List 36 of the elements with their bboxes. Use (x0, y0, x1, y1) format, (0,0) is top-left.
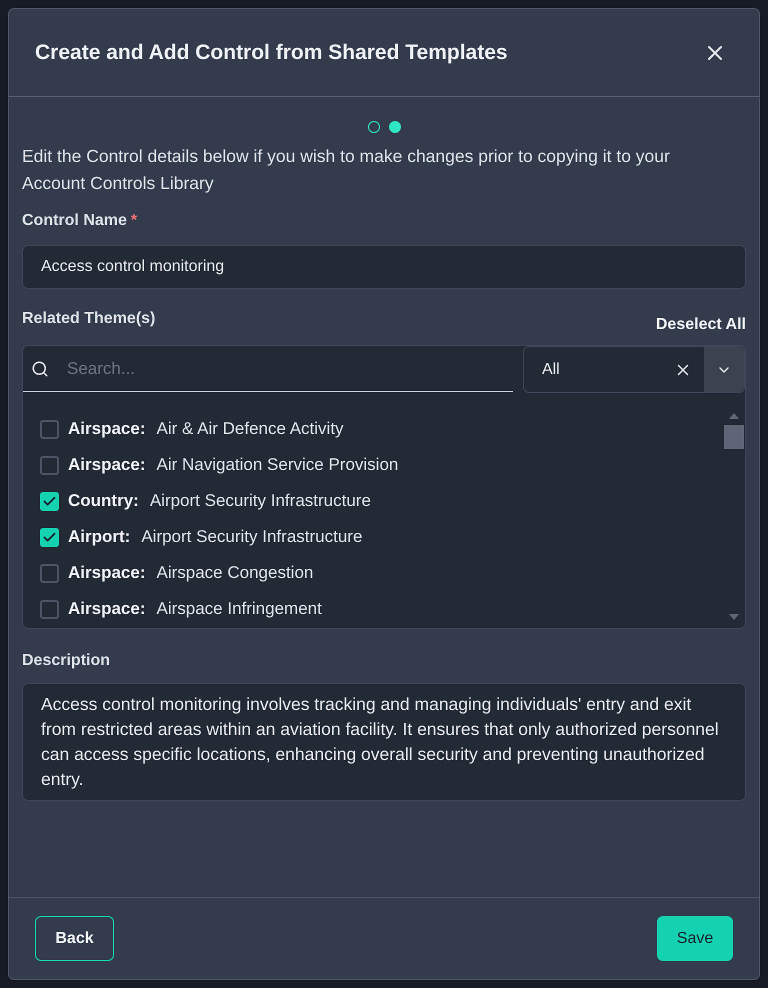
theme-category: Airspace: (68, 454, 146, 476)
theme-category: Airspace: (68, 562, 146, 584)
description-field[interactable]: Access control monitoring involves tracking and managing individuals' entry and exit from restricted areas within an aviation facility. It ensures that only authorized personnel can access specific locations, enhancing overall security and preventing unauthorized entry. (22, 683, 746, 801)
deselect-all-link[interactable]: Deselect All (656, 313, 746, 337)
theme-checkbox[interactable] (40, 456, 59, 474)
theme-checkbox[interactable] (40, 564, 59, 582)
theme-name: Air & Air Defence Activity (156, 418, 344, 440)
theme-checkbox[interactable] (40, 420, 59, 438)
theme-checkbox[interactable] (40, 528, 59, 546)
control-name-field[interactable]: Access control monitoring (22, 245, 746, 289)
search-icon (31, 360, 49, 378)
theme-name: Airspace Congestion (156, 562, 314, 584)
theme-name: Airport Security Infrastructure (141, 526, 362, 548)
theme-checkbox[interactable] (40, 492, 59, 510)
scroll-down-icon[interactable] (729, 614, 739, 620)
scroll-up-icon[interactable] (729, 413, 739, 419)
dropdown-toggle[interactable] (704, 347, 744, 392)
theme-name: Air Navigation Service Provision (156, 454, 398, 476)
filter-select[interactable]: All (522, 346, 745, 393)
save-button[interactable]: Save (657, 916, 733, 961)
dialog-title: Create and Add Control from Shared Templates (35, 40, 508, 66)
theme-category: Airport: (68, 526, 130, 548)
intro-text: Edit the Control details below if you wish to make changes prior to copying it to your Account Controls Library (22, 145, 671, 195)
theme-checkbox[interactable] (40, 600, 59, 618)
back-button[interactable]: Back (35, 916, 114, 961)
search-field[interactable]: Search... (23, 346, 513, 392)
theme-category: Airspace: (68, 418, 146, 440)
theme-name: Airport Security Infrastructure (150, 490, 371, 512)
scroll-thumb[interactable] (724, 425, 744, 449)
field-label: Description (22, 651, 112, 671)
field-label: Control Name (22, 211, 127, 231)
theme-name: Airspace Infringement (156, 598, 322, 620)
required-mark: * (130, 211, 138, 231)
field-label: Related Theme(s) (22, 309, 156, 329)
theme-category: Airspace: (68, 598, 146, 620)
theme-category: Country: (68, 490, 139, 512)
